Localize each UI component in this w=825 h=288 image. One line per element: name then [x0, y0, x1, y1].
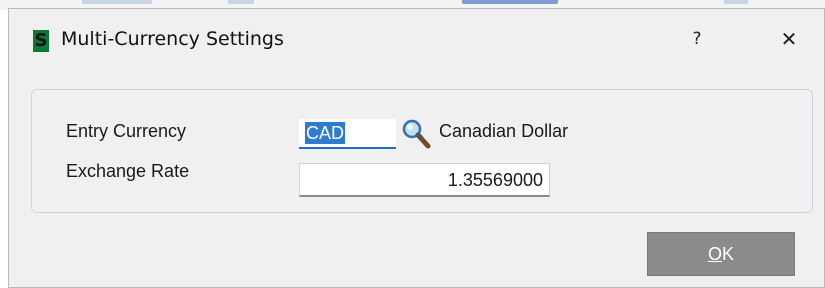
multi-currency-dialog: S Multi-Currency Settings ? ✕ Entry Curr… [8, 8, 825, 288]
ok-button[interactable]: OK [647, 232, 795, 276]
entry-currency-input[interactable]: CAD [299, 119, 396, 149]
currency-description: Canadian Dollar [439, 121, 569, 141]
background-content [462, 0, 558, 4]
exchange-rate-input[interactable]: 1.35569000 [299, 163, 550, 197]
dialog-title: Multi-Currency Settings [61, 28, 284, 50]
settings-panel: Entry Currency CAD Canadian Dollar Excha… [31, 89, 813, 213]
exchange-rate-label: Exchange Rate [66, 161, 190, 181]
sage-app-icon: S [33, 30, 49, 52]
search-icon[interactable] [400, 118, 432, 150]
background-content [724, 0, 748, 4]
ok-mnemonic: O [707, 244, 722, 264]
close-button[interactable]: ✕ [775, 25, 803, 53]
entry-currency-value: CAD [305, 122, 346, 144]
entry-currency-label: Entry Currency [66, 121, 187, 141]
title-bar: S Multi-Currency Settings ? ✕ [9, 9, 824, 65]
help-button[interactable]: ? [685, 25, 709, 53]
background-content [228, 0, 254, 4]
ok-label-rest: K [722, 244, 735, 264]
background-content [82, 0, 152, 4]
